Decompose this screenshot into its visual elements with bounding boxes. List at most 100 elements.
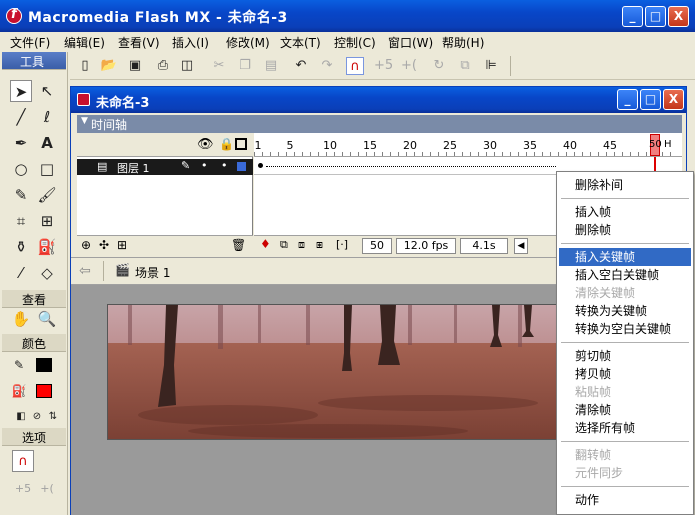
fill-color-swatch[interactable] — [36, 384, 52, 398]
free-transform-tool-icon[interactable]: ⌗ — [10, 210, 32, 232]
straighten-option-icon[interactable]: +( — [36, 478, 58, 500]
document-title: 未命名-3 — [96, 96, 150, 111]
frame-tick — [406, 152, 407, 156]
rotate-icon[interactable]: ↻ — [430, 57, 448, 75]
undo-icon[interactable]: ↶ — [292, 57, 310, 75]
toolbar-separator — [510, 56, 511, 76]
snap-option-icon[interactable]: ∩ — [12, 450, 34, 472]
frame-tick — [574, 152, 575, 156]
menu-text[interactable]: 文本(T) — [280, 34, 321, 51]
context-menu-item[interactable]: 删除补间 — [559, 176, 691, 194]
context-menu-item[interactable]: 插入空白关键帧 — [559, 266, 691, 284]
maximize-button[interactable]: □ — [645, 6, 666, 27]
smooth-option-icon[interactable]: +5 — [12, 478, 34, 500]
smooth-icon[interactable]: +5 — [374, 57, 393, 75]
snap-magnet-icon[interactable]: ∩ — [346, 57, 364, 75]
menu-edit[interactable]: 编辑(E) — [64, 34, 105, 51]
show-hide-eye-icon[interactable]: 👁 — [197, 137, 214, 152]
context-menu-item[interactable]: 清除帧 — [559, 401, 691, 419]
paint-bucket-tool-icon[interactable]: ⛽ — [36, 236, 58, 258]
paste-icon[interactable]: ▤ — [262, 57, 280, 75]
context-menu-item[interactable]: 转换为关键帧 — [559, 302, 691, 320]
lasso-tool-icon[interactable]: ℓ — [36, 106, 58, 128]
menu-help[interactable]: 帮助(H) — [442, 34, 484, 51]
edit-multiple-icon[interactable]: ⧆ — [316, 238, 323, 252]
subselect-tool-icon[interactable]: ↖ — [36, 80, 58, 102]
add-folder-icon[interactable]: ⊞ — [117, 238, 127, 252]
frame-tick — [454, 152, 455, 156]
layer-color-icon[interactable] — [237, 162, 246, 171]
print-icon[interactable]: ⎙ — [154, 57, 172, 75]
timeline-header[interactable]: ▼ 时间轴 — [77, 115, 682, 133]
print-preview-icon[interactable]: ◫ — [178, 57, 196, 75]
eraser-tool-icon[interactable]: ◇ — [36, 262, 58, 284]
pen-tool-icon[interactable]: ✒ — [10, 132, 32, 154]
redo-icon[interactable]: ↷ — [318, 57, 336, 75]
ink-bottle-tool-icon[interactable]: ⚱ — [10, 236, 32, 258]
menu-modify[interactable]: 修改(M) — [226, 34, 270, 51]
forest-photo-image[interactable] — [107, 304, 557, 440]
context-menu-item[interactable]: 插入帧 — [559, 203, 691, 221]
oval-tool-icon[interactable]: ○ — [10, 158, 32, 180]
swap-colors-icon[interactable]: ⇅ — [42, 406, 64, 428]
line-tool-icon[interactable]: ╱ — [10, 106, 32, 128]
unlocked-dot-icon[interactable]: • — [221, 159, 228, 172]
context-menu-item[interactable]: 拷贝帧 — [559, 365, 691, 383]
context-menu-item[interactable]: 剪切帧 — [559, 347, 691, 365]
rectangle-tool-icon[interactable]: □ — [36, 158, 58, 180]
frame-ruler[interactable]: 1 5 10 15 20 25 30 35 40 45 — [254, 133, 682, 157]
straighten-icon[interactable]: +( — [400, 57, 418, 75]
stroke-color-swatch[interactable] — [36, 358, 52, 372]
frame-tick — [382, 152, 383, 156]
collapse-arrow-icon[interactable]: ▼ — [81, 116, 88, 126]
frame-tick — [414, 152, 415, 156]
eyedropper-tool-icon[interactable]: ⁄ — [10, 262, 32, 284]
back-arrow-icon[interactable]: ⇦ — [79, 263, 91, 279]
context-menu-item[interactable]: 转换为空白关键帧 — [559, 320, 691, 338]
context-menu-item[interactable]: 插入关键帧 — [559, 248, 691, 266]
outline-icon[interactable] — [235, 138, 247, 150]
doc-minimize-button[interactable]: _ — [617, 89, 638, 110]
onion-skin-icon[interactable]: ⧉ — [280, 238, 288, 252]
layer-row[interactable]: ▤ 图层 1 ✎ • • — [77, 159, 253, 175]
add-guide-layer-icon[interactable]: ✣ — [99, 238, 109, 252]
modify-markers-icon[interactable]: [·] — [336, 238, 348, 251]
pencil-tool-icon[interactable]: ✎ — [10, 184, 32, 206]
align-icon[interactable]: ⊫ — [482, 57, 500, 75]
menu-window[interactable]: 窗口(W) — [388, 34, 433, 51]
visible-dot-icon[interactable]: • — [201, 159, 208, 172]
delete-layer-icon[interactable]: 🗑 — [231, 238, 246, 252]
context-menu-item[interactable]: 删除帧 — [559, 221, 691, 239]
cut-icon[interactable]: ✂ — [210, 57, 228, 75]
scroll-left-button[interactable]: ◀ — [514, 238, 528, 254]
zoom-tool-icon[interactable]: 🔍 — [36, 308, 58, 330]
doc-maximize-button[interactable]: □ — [640, 89, 661, 110]
hand-tool-icon[interactable]: ✋ — [10, 308, 32, 330]
center-frame-icon[interactable]: ♦ — [260, 237, 271, 251]
close-button[interactable]: X — [668, 6, 689, 27]
menu-view[interactable]: 查看(V) — [118, 34, 160, 51]
open-folder-icon[interactable]: 📂 — [100, 57, 118, 75]
context-menu-item[interactable]: 动作 — [559, 491, 691, 509]
menu-file[interactable]: 文件(F) — [10, 34, 50, 51]
arrow-tool-icon[interactable]: ➤ — [10, 80, 32, 102]
minimize-button[interactable]: _ — [622, 6, 643, 27]
copy-icon[interactable]: ❐ — [236, 57, 254, 75]
frame-tick — [614, 152, 615, 156]
scene-name[interactable]: 场景 1 — [135, 264, 170, 281]
menu-insert[interactable]: 插入(I) — [172, 34, 209, 51]
save-icon[interactable]: ▣ — [126, 57, 144, 75]
doc-close-button[interactable]: X — [663, 89, 684, 110]
lock-icon[interactable]: 🔒 — [219, 137, 234, 151]
frame-tick — [446, 152, 447, 156]
scale-icon[interactable]: ⧉ — [456, 57, 474, 75]
text-tool-icon[interactable]: A — [36, 132, 58, 154]
menu-control[interactable]: 控制(C) — [334, 34, 376, 51]
brush-tool-icon[interactable]: 🖌 — [36, 184, 58, 206]
add-layer-icon[interactable]: ⊕ — [81, 238, 91, 252]
context-menu-item[interactable]: 选择所有帧 — [559, 419, 691, 437]
empty-frames-span — [266, 166, 556, 167]
frame-tick — [622, 152, 623, 156]
onion-outline-icon[interactable]: ⧈ — [298, 238, 305, 252]
fill-transform-tool-icon[interactable]: ⊞ — [36, 210, 58, 232]
